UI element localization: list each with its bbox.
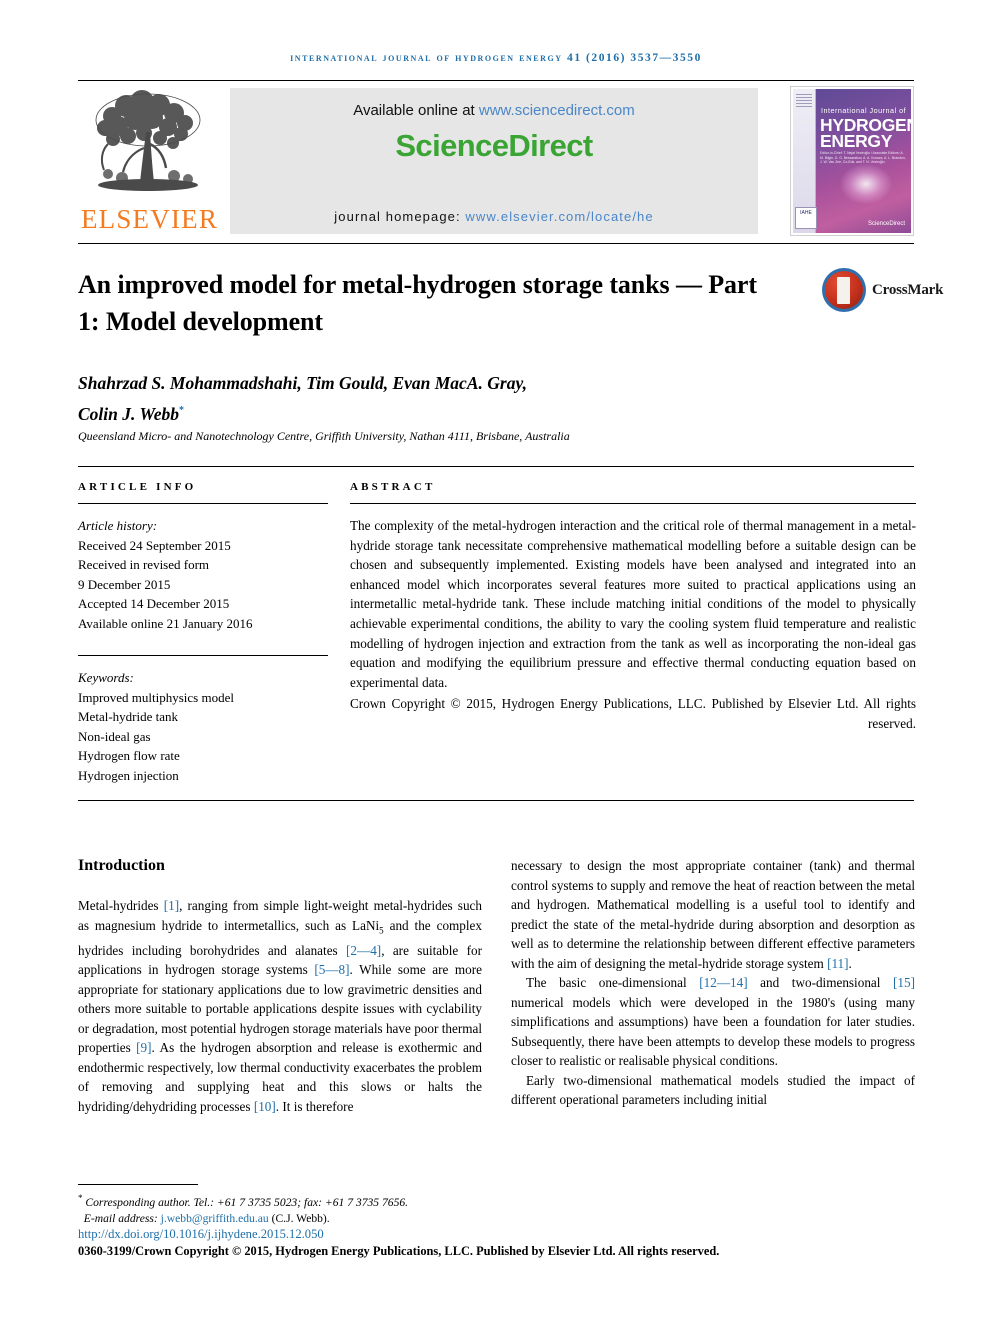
- author-line-1: Shahrzad S. Mohammadshahi, Tim Gould, Ev…: [78, 373, 527, 393]
- masthead: ELSEVIER Available online at www.science…: [78, 84, 914, 238]
- available-online-line: Available online at www.sciencedirect.co…: [230, 102, 758, 119]
- intro-text-g: . It is therefore: [275, 1098, 354, 1114]
- journal-cover-thumbnail[interactable]: International Journal of HYDROGEN ENERGY…: [790, 86, 914, 236]
- intro-right-text-a: necessary to design the most appropriate…: [511, 858, 915, 971]
- article-history-4: Available online 21 January 2016: [78, 615, 253, 631]
- keywords-divider: [78, 655, 328, 656]
- abstract-bottom-rule: [78, 800, 914, 801]
- keywords-block: Keywords: Improved multiphysics model Me…: [78, 655, 328, 785]
- author-list: Shahrzad S. Mohammadshahi, Tim Gould, Ev…: [78, 370, 798, 428]
- crossmark-book-shape: [837, 277, 850, 304]
- journal-cover-society-label: IAHE: [800, 210, 812, 216]
- page-title: An improved model for metal-hydrogen sto…: [78, 270, 757, 336]
- elsevier-wordmark: ELSEVIER: [80, 204, 219, 234]
- citation-ref-11[interactable]: [11]: [827, 956, 848, 971]
- article-history-3: Accepted 14 December 2015: [78, 596, 230, 611]
- introduction-paragraph-2: The basic one-dimensional [12—14] and tw…: [511, 973, 915, 1071]
- elsevier-logo: ELSEVIER: [78, 86, 221, 238]
- footnote-corresponding-text: Corresponding author. Tel.: +61 7 3735 5…: [85, 1195, 409, 1209]
- footnote-rule: [78, 1184, 198, 1185]
- introduction-paragraph-1-cont: necessary to design the most appropriate…: [511, 856, 915, 973]
- intro-text-a: Metal-hydrides: [78, 898, 164, 913]
- issn-copyright-line: 0360-3199/Crown Copyright © 2015, Hydrog…: [78, 1244, 720, 1258]
- journal-homepage-label: journal homepage:: [334, 209, 466, 224]
- sciencedirect-wordmark: ScienceDirect: [395, 128, 593, 163]
- keyword-4: Hydrogen injection: [78, 767, 179, 783]
- abstract-copyright: Crown Copyright © 2015, Hydrogen Energy …: [350, 694, 916, 733]
- masthead-rule: [78, 243, 914, 244]
- header-rule: [78, 80, 914, 81]
- abstract-copyright-text: Crown Copyright © 2015, Hydrogen Energy …: [350, 696, 916, 731]
- journal-homepage-line: journal homepage: www.elsevier.com/locat…: [230, 209, 758, 224]
- article-info-column: ARTICLE INFO Article history: Received 2…: [78, 481, 328, 785]
- journal-cover-line3: ENERGY: [820, 131, 893, 151]
- crossmark-label: CrossMark: [872, 282, 944, 298]
- footnote-star: *: [78, 1193, 83, 1203]
- journal-article-page: International Journal of Hydrogen Energy…: [0, 0, 992, 1323]
- intro-right-text-d: and two-dimensional: [747, 975, 894, 990]
- crossmark-icon: [822, 268, 866, 312]
- journal-cover-line1: International Journal of: [821, 106, 907, 115]
- journal-cover-art: International Journal of HYDROGEN ENERGY…: [815, 89, 911, 233]
- citation-ref-10[interactable]: [10]: [254, 1099, 276, 1114]
- citation-ref-9[interactable]: [9]: [136, 1040, 151, 1055]
- journal-homepage-link[interactable]: www.elsevier.com/locate/he: [465, 209, 653, 224]
- corresponding-author-marker: *: [178, 405, 184, 416]
- article-history-0: Received 24 September 2015: [78, 537, 231, 553]
- article-info-divider: [78, 503, 328, 504]
- article-info-heading: ARTICLE INFO: [78, 481, 197, 493]
- footnote-email-owner: (C.J. Webb).: [268, 1212, 330, 1226]
- article-history-2: 9 December 2015: [78, 576, 171, 592]
- doi-link[interactable]: http://dx.doi.org/10.1016/j.ijhydene.201…: [78, 1227, 324, 1242]
- footnote-email-label: E-mail address:: [83, 1212, 161, 1226]
- sciencedirect-url-link[interactable]: www.sciencedirect.com: [479, 102, 635, 119]
- introduction-paragraph-3: Early two-dimensional mathematical model…: [511, 1071, 915, 1110]
- keyword-1: Metal-hydride tank: [78, 709, 178, 724]
- introduction-left-column: Introduction Metal-hydrides [1], ranging…: [78, 856, 482, 1116]
- abstract-heading: ABSTRACT: [350, 481, 436, 493]
- citation-ref-2-4[interactable]: [2—4]: [346, 943, 381, 958]
- journal-cover-inner: International Journal of HYDROGEN ENERGY…: [793, 89, 911, 233]
- keywords-label: Keywords:: [78, 670, 134, 685]
- author-email-link[interactable]: j.webb@griffith.edu.au: [161, 1212, 269, 1225]
- citation-ref-12-14[interactable]: [12—14]: [699, 975, 747, 990]
- introduction-paragraph-1: Metal-hydrides [1], ranging from simple …: [78, 896, 482, 1116]
- intro-right-text-b: .: [848, 955, 852, 971]
- journal-cover-sciencedirect: ScienceDirect: [867, 221, 905, 227]
- keyword-3: Hydrogen flow rate: [78, 748, 180, 763]
- journal-cover-publisher-mark: [796, 93, 812, 107]
- keyword-2: Non-ideal gas: [78, 728, 151, 744]
- author-line-2: Colin J. Webb: [78, 403, 179, 424]
- journal-cover-editors: Editor-in-Chief: T. Nejat Veziroğlu / As…: [820, 151, 906, 165]
- article-history-1: Received in revised form: [78, 557, 210, 572]
- abstract-divider: [350, 503, 916, 504]
- corresponding-author-footnote: * Corresponding author. Tel.: +61 7 3735…: [78, 1190, 498, 1228]
- introduction-heading: Introduction: [78, 857, 165, 874]
- citation-ref-15[interactable]: [15]: [893, 975, 915, 990]
- journal-cover-glow: [839, 163, 892, 204]
- affiliation: Queensland Micro- and Nanotechnology Cen…: [78, 429, 570, 443]
- keyword-0: Improved multiphysics model: [78, 689, 234, 705]
- available-online-label: Available online at: [353, 102, 479, 119]
- citation-ref-5-8[interactable]: [5—8]: [314, 962, 349, 977]
- info-section-rule: [78, 466, 914, 467]
- intro-right-text-f: Early two-dimensional mathematical model…: [511, 1072, 915, 1108]
- article-history-label: Article history:: [78, 518, 158, 533]
- journal-cover-society-badge: IAHE: [795, 207, 817, 229]
- abstract-column: ABSTRACT The complexity of the metal-hyd…: [350, 481, 916, 734]
- citation-ref-1[interactable]: [1]: [164, 898, 179, 913]
- crossmark-icon-inner: [825, 271, 863, 309]
- running-head: International Journal of Hydrogen Energy…: [290, 52, 702, 64]
- crossmark-badge[interactable]: CrossMark: [822, 266, 943, 316]
- intro-right-text-e: numerical models which were developed in…: [511, 994, 915, 1069]
- sciencedirect-banner: Available online at www.sciencedirect.co…: [230, 88, 758, 234]
- intro-right-text-c: The basic one-dimensional: [526, 975, 700, 990]
- introduction-right-column: necessary to design the most appropriate…: [511, 856, 915, 1110]
- elsevier-tree-icon: [95, 90, 201, 191]
- abstract-text: The complexity of the metal-hydrogen int…: [350, 518, 916, 690]
